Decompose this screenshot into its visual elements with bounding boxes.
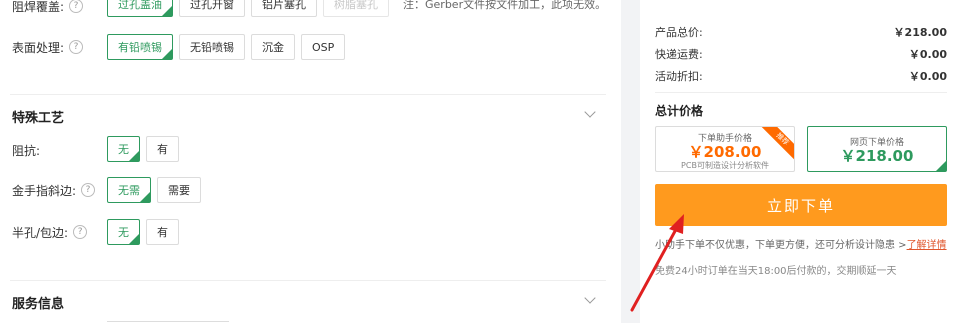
- option-resin-plug[interactable]: 树脂塞孔: [323, 0, 389, 17]
- web-price-card[interactable]: 网页下单价格 ￥218.00: [807, 126, 947, 172]
- special-process-title: 特殊工艺: [12, 111, 65, 126]
- price-label: 产品总价:: [655, 26, 703, 39]
- help-icon[interactable]: ?: [69, 0, 84, 13]
- half-hole-label: 半孔/包边:: [12, 225, 69, 240]
- solder-mask-options: 过孔盖油 过孔开窗 铝片塞孔 树脂塞孔 注：Gerber文件按文件加工，此项无效…: [107, 0, 606, 17]
- option-impedance-yes[interactable]: 有: [146, 136, 179, 162]
- surface-row: 表面处理: ?: [12, 33, 84, 61]
- divider: [10, 94, 606, 95]
- gold-finger-options: 无需 需要: [107, 177, 201, 203]
- price-row-product: 产品总价: ￥218.00: [655, 24, 947, 40]
- gerber-note: 注：Gerber文件按文件加工，此项无效。: [403, 0, 607, 11]
- half-hole-options: 无 有: [107, 219, 179, 245]
- price-row-shipping: 快递运费: ￥0.00: [655, 46, 947, 62]
- help-icon[interactable]: ?: [73, 225, 88, 239]
- surface-options: 有铅喷锡 无铅喷锡 沉金 OSP: [107, 34, 346, 60]
- assistant-hint-text: 小助手下单不仅优惠，下单更方便，还可分析设计隐患 >: [655, 240, 907, 251]
- help-icon[interactable]: ?: [69, 40, 84, 54]
- price-label: 活动折扣:: [655, 70, 703, 83]
- recommend-ribbon: 推荐: [758, 127, 794, 163]
- option-osp[interactable]: OSP: [301, 34, 346, 60]
- price-row-discount: 活动折扣: ￥0.00: [655, 68, 947, 84]
- option-leadfree-hasl[interactable]: 无铅喷锡: [179, 34, 245, 60]
- service-info-title: 服务信息: [12, 297, 65, 312]
- option-half-hole-yes[interactable]: 有: [146, 219, 179, 245]
- option-leaded-hasl[interactable]: 有铅喷锡: [107, 34, 173, 60]
- gold-finger-label: 金手指斜边:: [12, 183, 77, 198]
- price-value: ￥0.00: [908, 70, 947, 83]
- half-hole-row: 半孔/包边: ?: [12, 218, 88, 246]
- cropped-field-edge: [107, 321, 229, 322]
- total-price-title: 总计价格: [655, 104, 704, 118]
- assistant-price-card[interactable]: 推荐 下单助手价格 ￥208.00 PCB可制造设计分析软件: [655, 126, 795, 172]
- option-half-hole-no[interactable]: 无: [107, 219, 140, 245]
- solder-mask-row: 阻焊覆盖: ?: [12, 0, 84, 20]
- option-via-open[interactable]: 过孔开窗: [179, 0, 245, 17]
- option-gold-finger-need[interactable]: 需要: [157, 177, 201, 203]
- place-order-button[interactable]: 立即下单: [655, 184, 947, 226]
- gold-finger-row: 金手指斜边: ?: [12, 176, 96, 204]
- delivery-note: 免费24小时订单在当天18:00后付款的，交期顺延一天: [655, 266, 897, 277]
- option-gold-finger-none[interactable]: 无需: [107, 177, 151, 203]
- solder-mask-label: 阻焊覆盖:: [12, 0, 65, 14]
- selected-corner: [936, 161, 946, 171]
- assistant-hint: 小助手下单不仅优惠，下单更方便，还可分析设计隐患 >了解详情: [655, 236, 947, 251]
- divider: [655, 92, 947, 93]
- option-impedance-no[interactable]: 无: [107, 136, 140, 162]
- surface-label: 表面处理:: [12, 40, 65, 55]
- option-aluminum-plug[interactable]: 铝片塞孔: [251, 0, 317, 17]
- impedance-row: 阻抗:: [12, 136, 40, 164]
- web-price-amount: ￥218.00: [840, 147, 914, 165]
- impedance-label: 阻抗:: [12, 143, 41, 158]
- help-icon[interactable]: ?: [81, 183, 96, 197]
- price-value: ￥218.00: [893, 26, 947, 39]
- divider: [10, 280, 606, 281]
- impedance-options: 无 有: [107, 136, 179, 162]
- price-label: 快递运费:: [655, 48, 703, 61]
- price-value: ￥0.00: [908, 48, 947, 61]
- option-enig[interactable]: 沉金: [251, 34, 295, 60]
- option-via-covered[interactable]: 过孔盖油: [107, 0, 173, 17]
- learn-more-link[interactable]: 了解详情: [907, 240, 947, 251]
